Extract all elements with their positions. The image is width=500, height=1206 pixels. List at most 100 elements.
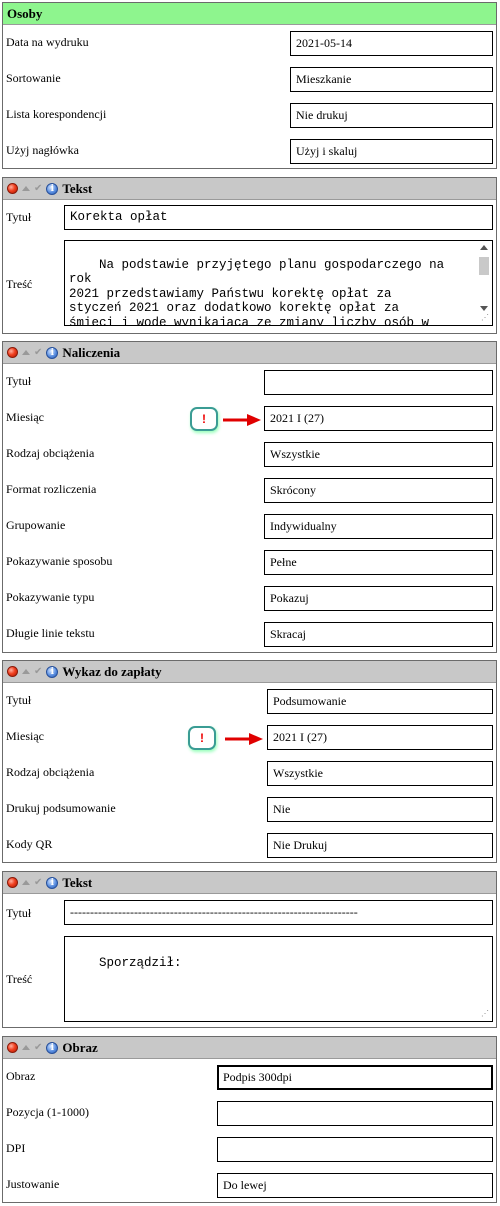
tekst-header: ✔ i Tekst	[3, 178, 496, 200]
osoby-row-naglowek: Użyj nagłówka Użyj i skaluj	[3, 133, 496, 169]
move-up-icon[interactable]	[22, 186, 30, 191]
field-label: Rodzaj obciążenia	[6, 765, 95, 779]
pozycja-input[interactable]	[217, 1101, 493, 1126]
field-label: Grupowanie	[6, 518, 66, 532]
check-icon[interactable]: ✔	[34, 1042, 42, 1053]
field-label: Obraz	[6, 1069, 36, 1083]
naliczenia-panel: ✔ i Naliczenia Tytuł Miesiąc ! 2021 I (2…	[2, 341, 497, 653]
tytul-label: Tytuł	[6, 906, 32, 920]
field-label: Użyj nagłówka	[6, 143, 79, 157]
scrollbar[interactable]	[478, 243, 490, 311]
obraz-panel: ✔ i Obraz Obraz Podpis 300dpi Pozycja (1…	[2, 1036, 497, 1203]
field-label: Pokazywanie typu	[6, 590, 95, 604]
move-up-icon[interactable]	[22, 1045, 30, 1050]
obraz-row: Obraz Podpis 300dpi	[3, 1059, 496, 1095]
obraz-row: Justowanie Do lewej	[3, 1167, 496, 1203]
osoby-header: Osoby	[3, 3, 496, 25]
tresc-text: Na podstawie przyjętego planu gospodarcz…	[69, 257, 445, 326]
wykaz-row: Miesiąc ! 2021 I (27)	[3, 719, 496, 755]
move-up-icon[interactable]	[22, 350, 30, 355]
resize-grip-icon[interactable]: ⋰	[481, 1011, 489, 1019]
wykaz-title: Wykaz do zapłaty	[62, 663, 162, 679]
wykaz-row: Rodzaj obciążenia Wszystkie	[3, 755, 496, 791]
dpi-input[interactable]	[217, 1137, 493, 1162]
naliczenia-row: Miesiąc ! 2021 I (27)	[3, 400, 496, 436]
close-icon[interactable]	[7, 1042, 18, 1053]
dlugie-linie-select[interactable]: Skracaj	[264, 622, 493, 647]
field-label: Format rozliczenia	[6, 482, 97, 496]
field-label: Tytuł	[6, 374, 32, 388]
osoby-title: Osoby	[7, 5, 43, 21]
move-up-icon[interactable]	[22, 880, 30, 885]
check-icon[interactable]: ✔	[34, 183, 42, 194]
tytul-input[interactable]: Podsumowanie	[267, 689, 493, 714]
uzyj-naglowka-select[interactable]: Użyj i skaluj	[290, 139, 493, 164]
field-label: Pozycja (1-1000)	[6, 1105, 89, 1119]
check-icon[interactable]: ✔	[34, 666, 42, 677]
check-icon[interactable]: ✔	[34, 877, 42, 888]
naliczenia-row: Tytuł	[3, 364, 496, 400]
check-icon[interactable]: ✔	[34, 347, 42, 358]
field-label: Lista korespondencji	[6, 107, 107, 121]
tresc-text: Sporządził:	[99, 955, 182, 970]
info-icon[interactable]: i	[46, 1041, 59, 1054]
tekst-title: Tekst	[62, 874, 93, 890]
info-icon[interactable]: i	[46, 876, 59, 889]
warning-icon: !	[190, 407, 218, 431]
obraz-select[interactable]: Podpis 300dpi	[217, 1065, 493, 1090]
move-up-icon[interactable]	[22, 669, 30, 674]
close-icon[interactable]	[7, 183, 18, 194]
info-icon[interactable]: i	[46, 665, 59, 678]
naliczenia-row: Grupowanie Indywidualny	[3, 508, 496, 544]
obraz-row: DPI	[3, 1131, 496, 1167]
osoby-row-data: Data na wydruku 2021-05-14	[3, 25, 496, 61]
rodzaj-obciazenia-select[interactable]: Wszystkie	[264, 442, 493, 467]
naliczenia-title: Naliczenia	[62, 344, 121, 360]
tytul-input[interactable]	[264, 370, 493, 395]
naliczenia-row: Pokazywanie sposobu Pełne	[3, 544, 496, 580]
close-icon[interactable]	[7, 347, 18, 358]
rodzaj-obciazenia-select[interactable]: Wszystkie	[267, 761, 493, 786]
tytul-input[interactable]: ----------------------------------------…	[64, 900, 493, 925]
close-icon[interactable]	[7, 877, 18, 888]
grupowanie-select[interactable]: Indywidualny	[264, 514, 493, 539]
osoby-row-lista: Lista korespondencji Nie drukuj	[3, 97, 496, 133]
scroll-up-icon[interactable]	[480, 245, 488, 250]
tresc-label: Treść	[6, 972, 33, 986]
format-rozliczenia-select[interactable]: Skrócony	[264, 478, 493, 503]
tekst-title: Tekst	[62, 180, 93, 196]
tytul-input[interactable]: Korekta opłat	[64, 205, 493, 230]
miesiac-select[interactable]: 2021 I (27)	[267, 725, 493, 750]
naliczenia-row: Rodzaj obciążenia Wszystkie	[3, 436, 496, 472]
info-icon[interactable]: i	[46, 346, 59, 359]
scroll-down-icon[interactable]	[480, 306, 488, 311]
osoby-row-sortowanie: Sortowanie Mieszkanie	[3, 61, 496, 97]
scroll-thumb[interactable]	[479, 257, 489, 275]
close-icon[interactable]	[7, 666, 18, 677]
resize-grip-icon[interactable]: ⋰	[481, 315, 489, 323]
tresc-textarea[interactable]: Na podstawie przyjętego planu gospodarcz…	[64, 240, 493, 326]
field-label: Data na wydruku	[6, 35, 89, 49]
field-label: Kody QR	[6, 837, 53, 851]
naliczenia-row: Pokazywanie typu Pokazuj	[3, 580, 496, 616]
data-na-wydruku-field[interactable]: 2021-05-14	[290, 31, 493, 56]
kody-qr-select[interactable]: Nie Drukuj	[267, 833, 493, 858]
warning-icon: !	[188, 726, 216, 750]
info-icon[interactable]: i	[46, 182, 59, 195]
pokazywanie-sposobu-select[interactable]: Pełne	[264, 550, 493, 575]
field-label: Drukuj podsumowanie	[6, 801, 116, 815]
field-label: DPI	[6, 1141, 26, 1155]
tresc-textarea[interactable]: Sporządził: ⋰	[64, 936, 493, 1022]
field-label: Miesiąc	[6, 729, 44, 743]
pokazywanie-typu-select[interactable]: Pokazuj	[264, 586, 493, 611]
drukuj-podsumowanie-select[interactable]: Nie	[267, 797, 493, 822]
sortowanie-select[interactable]: Mieszkanie	[290, 67, 493, 92]
arrow-icon	[225, 733, 263, 745]
lista-korespondencji-select[interactable]: Nie drukuj	[290, 103, 493, 128]
field-label: Rodzaj obciążenia	[6, 446, 95, 460]
obraz-title: Obraz	[62, 1039, 98, 1055]
naliczenia-row: Format rozliczenia Skrócony	[3, 472, 496, 508]
field-label: Pokazywanie sposobu	[6, 554, 113, 568]
miesiac-select[interactable]: 2021 I (27)	[264, 406, 493, 431]
justowanie-select[interactable]: Do lewej	[217, 1173, 493, 1198]
